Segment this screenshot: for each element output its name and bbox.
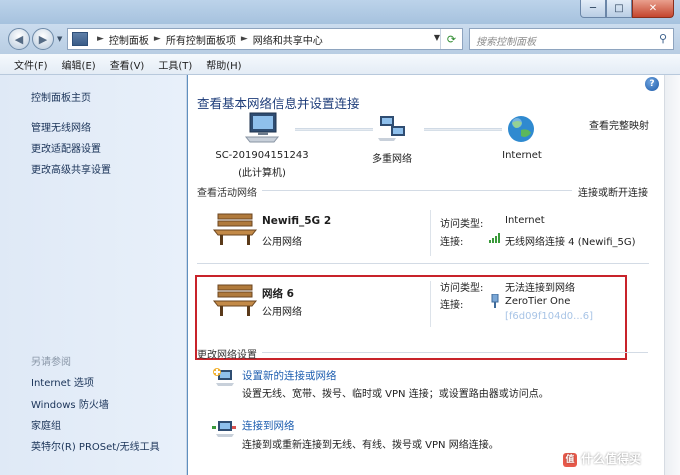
task-sidebar [0, 75, 187, 475]
sidebar-item-internet-options[interactable]: Internet 选项 [31, 374, 94, 389]
menu-bar: 文件(F) 编辑(E) 查看(V) 工具(T) 帮助(H) [0, 54, 680, 75]
section-divider [262, 190, 572, 191]
title-bar: ─ □ ✕ [0, 0, 680, 24]
close-button[interactable]: ✕ [632, 0, 674, 18]
setup-connection-desc: 设置无线、宽带、拨号、临时或 VPN 连接；或设置路由器或访问点。 [242, 389, 549, 400]
control-panel-icon [72, 32, 88, 46]
view-full-map-link[interactable]: 查看完整映射 [589, 117, 649, 132]
vertical-scrollbar[interactable] [664, 75, 680, 475]
site-watermark: 值什么值得买 [563, 450, 641, 467]
menu-tools[interactable]: 工具(T) [151, 57, 199, 72]
address-toolbar: ◀ ▶ ▼ ► 控制面板 ► 所有控制面板项 ► 网络和共享中心 ▼ ⟳ 搜索控… [0, 24, 680, 54]
multiple-networks-label: 多重网络 [372, 154, 412, 165]
page-title: 查看基本网络信息并设置连接 [197, 96, 360, 111]
search-placeholder: 搜索控制面板 [476, 37, 536, 48]
connection-line [295, 128, 373, 131]
window-controls: ─ □ ✕ [580, 0, 674, 18]
network-type-link[interactable]: 公用网络 [262, 233, 302, 248]
sidebar-item-firewall[interactable]: Windows 防火墙 [31, 396, 109, 411]
breadcrumb-all-items[interactable]: 所有控制面板项 [166, 32, 236, 47]
connection-label: 连接: [440, 237, 464, 248]
search-icon[interactable]: ⚲ [659, 32, 667, 45]
menu-edit[interactable]: 编辑(E) [55, 57, 103, 72]
bench-icon [212, 213, 258, 245]
menu-file[interactable]: 文件(F) [0, 57, 55, 72]
wifi-signal-icon [489, 233, 500, 243]
sidebar-item-manage-wireless[interactable]: 管理无线网络 [31, 119, 91, 134]
connect-to-network-desc: 连接到或重新连接到无线、有线、拨号或 VPN 网络连接。 [242, 440, 499, 451]
address-input[interactable]: ► 控制面板 ► 所有控制面板项 ► 网络和共享中心 ▼ ⟳ [67, 28, 463, 50]
help-icon[interactable]: ? [645, 77, 659, 91]
active-networks-heading: 查看活动网络 [197, 188, 257, 199]
chevron-right-icon[interactable]: ► [241, 34, 248, 44]
chevron-right-icon[interactable]: ► [97, 34, 104, 44]
forward-arrow-icon: ▶ [38, 32, 48, 46]
breadcrumb-network-center[interactable]: 网络和共享中心 [253, 32, 323, 47]
menu-view[interactable]: 查看(V) [103, 57, 152, 72]
access-type-label: 访问类型: [440, 219, 484, 230]
connect-to-network-link[interactable]: 连接到网络 [242, 418, 295, 433]
sidebar-item-adapter-settings[interactable]: 更改适配器设置 [31, 140, 101, 155]
back-arrow-icon: ◀ [14, 32, 24, 46]
change-settings-heading: 更改网络设置 [197, 350, 257, 361]
access-type-value: Internet [505, 215, 545, 226]
network-divider [197, 263, 649, 264]
chevron-right-icon[interactable]: ► [154, 34, 161, 44]
sidebar-item-homegroup[interactable]: 家庭组 [31, 417, 61, 432]
sidebar-item-advanced-sharing[interactable]: 更改高级共享设置 [31, 161, 111, 176]
forward-button[interactable]: ▶ [32, 28, 54, 50]
internet-globe-icon[interactable] [506, 114, 536, 144]
connect-disconnect-link[interactable]: 连接或断开连接 [578, 184, 648, 199]
connect-network-icon [212, 421, 236, 437]
sidebar-item-control-panel-home[interactable]: 控制面板主页 [31, 89, 91, 104]
section-divider [262, 352, 648, 353]
watermark-text: 什么值得买 [581, 452, 642, 466]
maximize-button[interactable]: □ [606, 0, 632, 18]
internet-label: Internet [502, 150, 542, 161]
watermark-logo-icon: 值 [563, 452, 577, 467]
highlight-box [195, 275, 627, 360]
column-divider [430, 210, 431, 256]
sidebar-item-intel-proset[interactable]: 英特尔(R) PROSet/无线工具 [31, 438, 160, 453]
refresh-icon[interactable]: ⟳ [440, 29, 462, 49]
see-also-heading: 另请参阅 [31, 357, 71, 368]
connection-link[interactable]: 无线网络连接 4 (Newifi_5G) [505, 233, 636, 248]
network-name: Newifi_5G 2 [262, 215, 332, 227]
connection-line [424, 128, 502, 131]
new-connection-icon [213, 368, 234, 386]
back-button[interactable]: ◀ [8, 28, 30, 50]
breadcrumb-control-panel[interactable]: 控制面板 [109, 32, 149, 47]
multiple-networks-icon[interactable] [378, 114, 408, 142]
menu-help[interactable]: 帮助(H) [199, 57, 248, 72]
recent-pages-dropdown-icon[interactable]: ▼ [57, 35, 62, 43]
computer-icon[interactable] [244, 111, 280, 143]
computer-subtitle: (此计算机) [238, 168, 286, 179]
computer-name: SC-201904151243 [215, 150, 309, 161]
search-input[interactable]: 搜索控制面板 ⚲ [469, 28, 674, 50]
minimize-button[interactable]: ─ [580, 0, 606, 18]
setup-connection-link[interactable]: 设置新的连接或网络 [242, 368, 337, 383]
